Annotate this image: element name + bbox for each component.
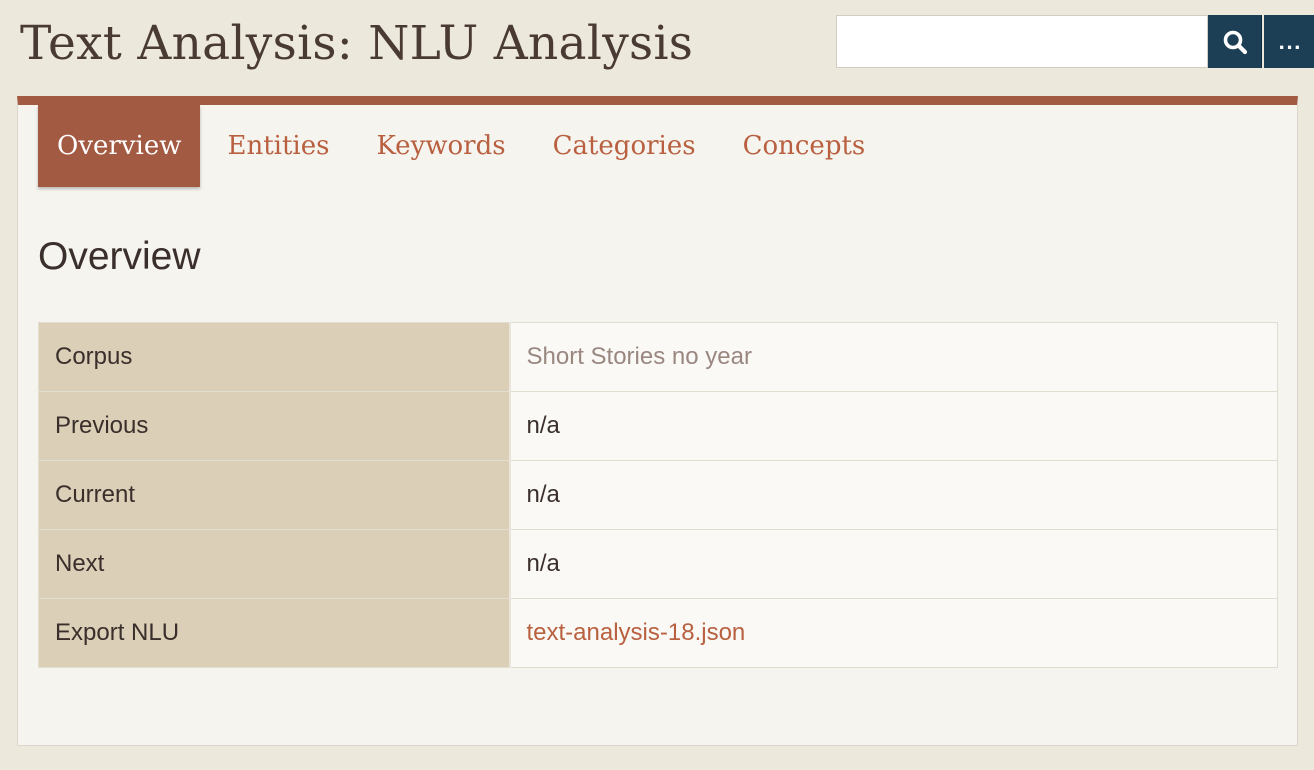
row-label-previous: Previous [38,391,511,461]
overview-table: Corpus Short Stories no year Previous n/… [38,322,1278,668]
row-value-export-nlu: text-analysis-18.json [509,598,1278,668]
search-input[interactable] [836,15,1208,68]
row-value-current: n/a [509,460,1278,530]
tab-entities[interactable]: Entities [204,105,352,187]
row-value-next: n/a [509,529,1278,599]
tab-overview[interactable]: Overview [38,105,201,187]
tab-bar: Overview Entities Keywords Categories Co… [38,105,889,187]
page-title: Text Analysis: NLU Analysis [20,16,694,71]
search-icon [1223,30,1247,54]
tab-concepts[interactable]: Concepts [720,105,889,187]
table-row: Current n/a [38,460,1278,530]
tab-categories[interactable]: Categories [530,105,719,187]
tab-keywords[interactable]: Keywords [353,105,528,187]
row-label-corpus: Corpus [38,322,511,392]
more-options-button[interactable]: ... [1264,15,1314,68]
row-label-export-nlu: Export NLU [38,598,511,668]
table-row: Previous n/a [38,391,1278,461]
table-row: Next n/a [38,529,1278,599]
section-title: Overview [38,235,201,278]
table-row: Export NLU text-analysis-18.json [38,598,1278,668]
content-panel: Overview Entities Keywords Categories Co… [17,96,1298,746]
row-value-corpus: Short Stories no year [509,322,1278,392]
row-label-next: Next [38,529,511,599]
export-nlu-link[interactable]: text-analysis-18.json [527,619,746,646]
search-button[interactable] [1208,15,1262,68]
table-row: Corpus Short Stories no year [38,322,1278,392]
row-value-previous: n/a [509,391,1278,461]
search-form: ... [836,15,1314,68]
row-label-current: Current [38,460,511,530]
